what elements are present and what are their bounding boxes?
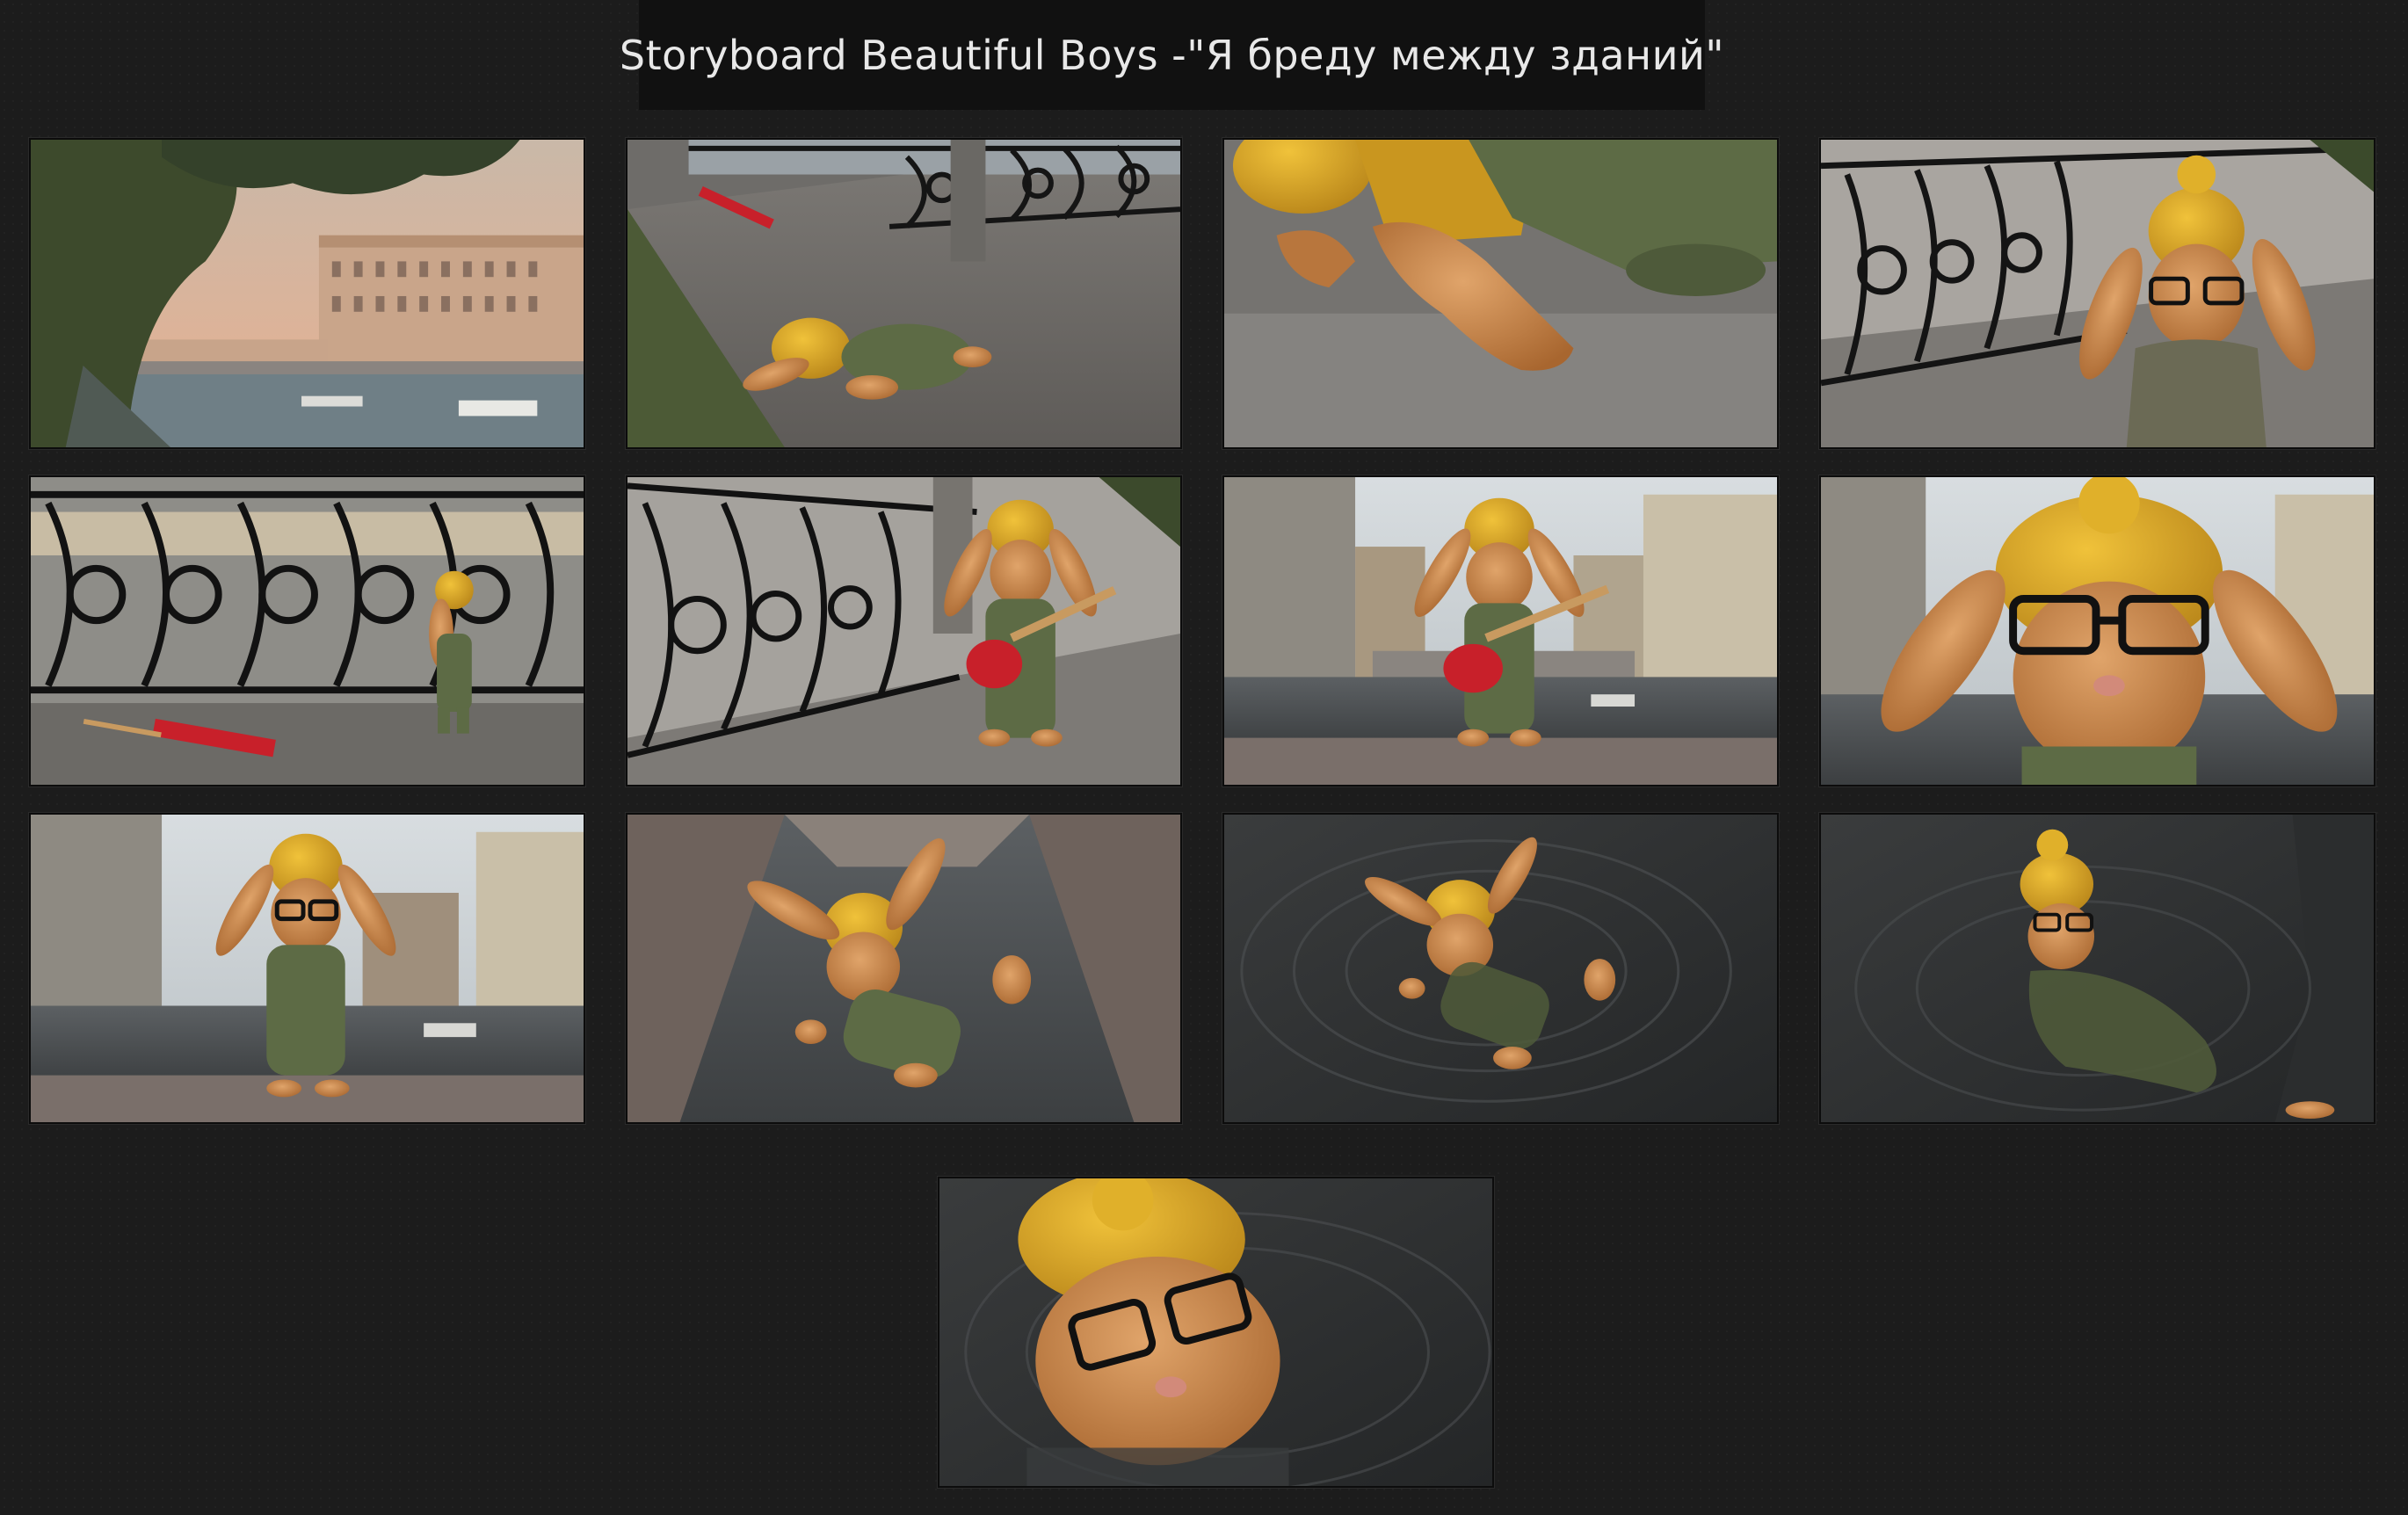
fallen-bunny-guitar-image (627, 140, 1180, 447)
storyboard-frame (626, 813, 1182, 1124)
storyboard-frame (1222, 813, 1779, 1124)
bunny-paw-closeup-image (1224, 140, 1777, 447)
storyboard-frame (29, 475, 585, 786)
page-title: Storyboard Beautiful Boys -"Я бреду межд… (619, 31, 1725, 79)
storyboard-frame (1819, 138, 2375, 449)
storyboard-frame (29, 813, 585, 1124)
bunny-in-water-image (1224, 815, 1777, 1122)
storyboard-frame (1222, 475, 1779, 786)
storyboard-frame (626, 138, 1182, 449)
bunny-sinking-closeup-image (939, 1178, 1492, 1486)
bunny-floating-image (1821, 815, 2374, 1122)
storyboard-frame (1819, 475, 2375, 786)
title-bar: Storyboard Beautiful Boys -"Я бреду межд… (620, 0, 1724, 110)
storyboard-frame (1819, 813, 2375, 1124)
bunny-face-closeup-image (1821, 477, 2374, 785)
storyboard-frame (29, 138, 585, 449)
bunny-standing-canal-image (31, 815, 584, 1122)
bunny-guitar-canal-image (1224, 477, 1777, 785)
bunny-with-guitar-railing-image (627, 477, 1180, 785)
canal-cityscape-image (31, 140, 584, 447)
storyboard-frame (1222, 138, 1779, 449)
bunny-by-railing-image (31, 477, 584, 785)
storyboard-frame (938, 1177, 1494, 1488)
bunny-holding-ears-image (1821, 140, 2374, 447)
bunny-falling-image (627, 815, 1180, 1122)
storyboard-frame (626, 475, 1182, 786)
